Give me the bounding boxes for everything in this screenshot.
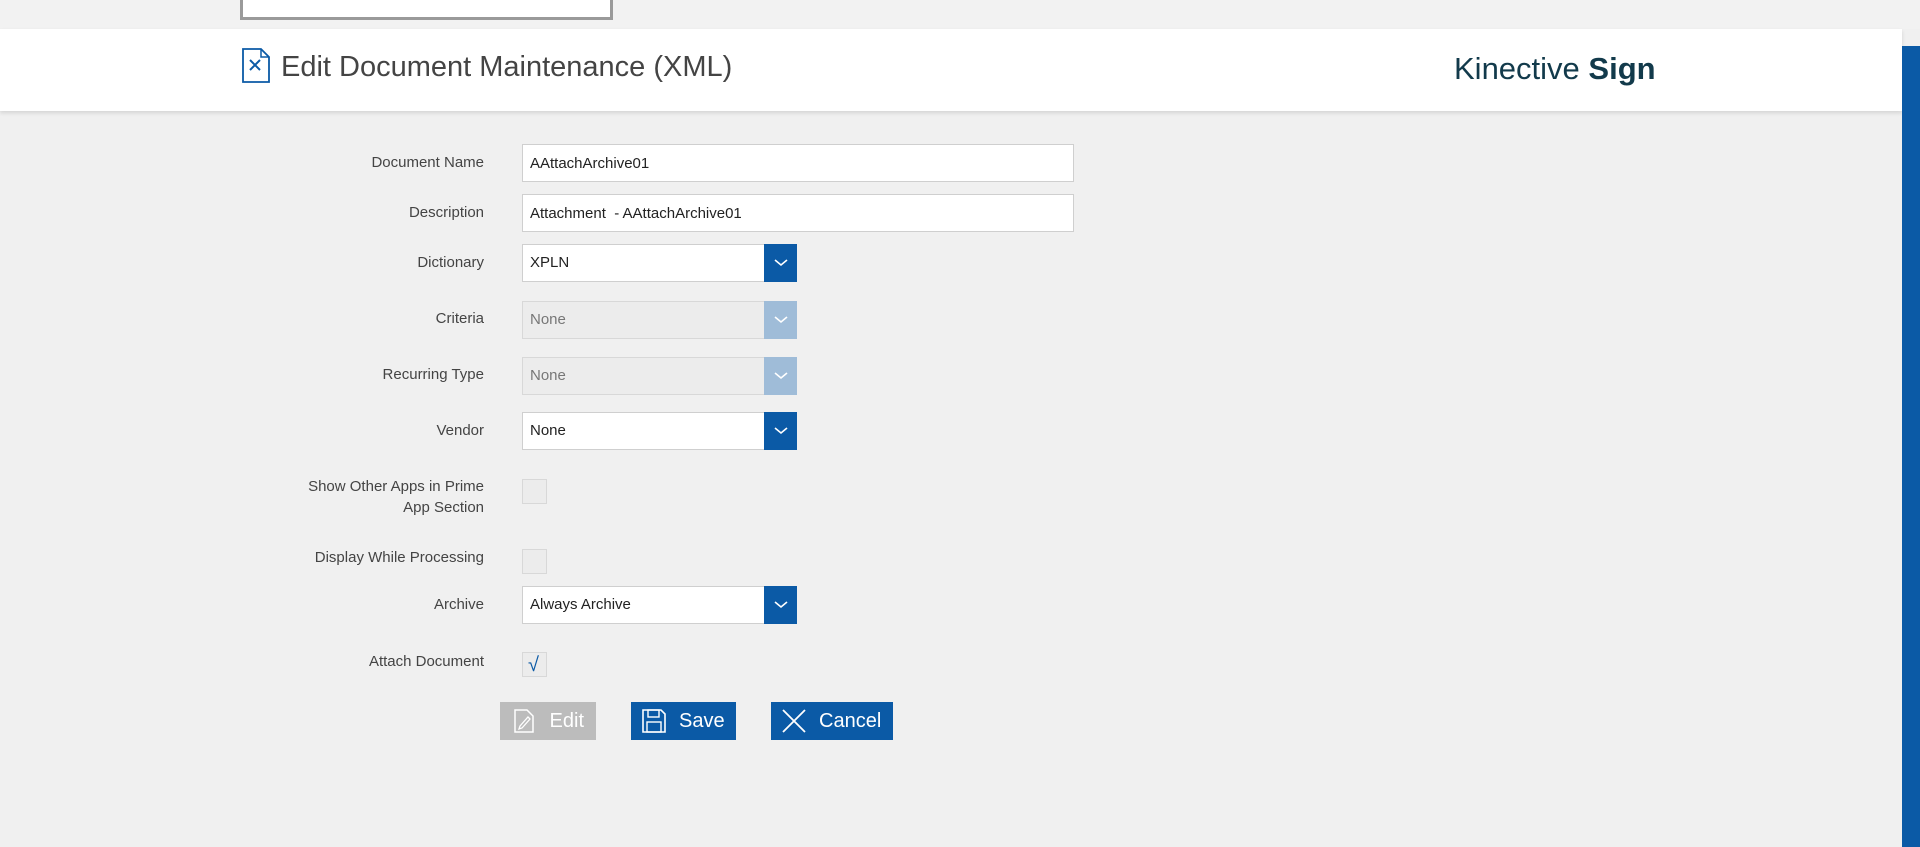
criteria-dropdown-button bbox=[764, 301, 797, 339]
chevron-down-icon bbox=[773, 427, 788, 435]
dictionary-dropdown-button[interactable] bbox=[764, 244, 797, 282]
show-other-apps-label-line2: App Section bbox=[403, 499, 484, 516]
archive-select[interactable]: Always Archive bbox=[522, 586, 797, 624]
document-x-icon bbox=[242, 48, 270, 83]
document-name-label: Document Name bbox=[371, 154, 484, 171]
document-name-input[interactable] bbox=[522, 144, 1074, 182]
criteria-label: Criteria bbox=[435, 310, 484, 327]
vertical-scrollbar[interactable] bbox=[1902, 46, 1920, 847]
top-nav-bar bbox=[0, 0, 1920, 29]
save-button-label: Save bbox=[679, 709, 725, 732]
display-while-processing-label: Display While Processing bbox=[314, 549, 484, 566]
description-input[interactable] bbox=[522, 194, 1074, 232]
dictionary-value: XPLN bbox=[530, 254, 570, 271]
chevron-down-icon bbox=[773, 259, 788, 267]
edit-icon bbox=[510, 707, 538, 735]
edit-button-label: Edit bbox=[549, 709, 584, 732]
vendor-dropdown-button[interactable] bbox=[764, 412, 797, 450]
archive-label: Archive bbox=[433, 596, 484, 613]
attach-document-checkbox[interactable]: √ bbox=[522, 652, 547, 677]
vendor-label: Vendor bbox=[436, 422, 484, 439]
recurring-type-dropdown-button bbox=[764, 357, 797, 395]
cancel-button[interactable]: Cancel bbox=[771, 702, 893, 740]
edit-button: Edit bbox=[500, 702, 596, 740]
brand-logo: Kinective Sign bbox=[1454, 51, 1656, 87]
description-label: Description bbox=[408, 204, 484, 221]
dictionary-select[interactable]: XPLN bbox=[522, 244, 797, 282]
show-other-apps-label-line1: Show Other Apps in Prime bbox=[308, 478, 484, 495]
page-header: Edit Document Maintenance (XML) Kinectiv… bbox=[0, 29, 1902, 111]
archive-dropdown-button[interactable] bbox=[764, 586, 797, 624]
criteria-select: None bbox=[522, 301, 797, 339]
criteria-value: None bbox=[530, 311, 566, 328]
chevron-down-icon bbox=[773, 601, 788, 609]
display-while-processing-checkbox[interactable] bbox=[522, 549, 547, 574]
floppy-disk-icon bbox=[641, 707, 667, 735]
recurring-type-value: None bbox=[530, 367, 566, 384]
brand-name-bold: Sign bbox=[1588, 51, 1656, 86]
show-other-apps-checkbox[interactable] bbox=[522, 479, 547, 504]
page-title: Edit Document Maintenance (XML) bbox=[281, 51, 733, 83]
attach-document-label: Attach Document bbox=[368, 653, 484, 670]
brand-name-light: Kinective bbox=[1454, 51, 1589, 86]
top-logo-frame[interactable] bbox=[240, 0, 613, 20]
save-button[interactable]: Save bbox=[631, 702, 736, 740]
dictionary-label: Dictionary bbox=[417, 254, 484, 271]
checkmark-icon: √ bbox=[528, 654, 539, 676]
chevron-down-icon bbox=[773, 316, 788, 324]
vendor-select[interactable]: None bbox=[522, 412, 797, 450]
chevron-down-icon bbox=[773, 372, 788, 380]
vendor-value: None bbox=[530, 422, 566, 439]
archive-value: Always Archive bbox=[530, 596, 631, 613]
show-other-apps-label: Show Other Apps in Prime App Section bbox=[308, 476, 484, 518]
recurring-type-label: Recurring Type bbox=[382, 366, 484, 383]
close-icon bbox=[781, 707, 807, 735]
cancel-button-label: Cancel bbox=[819, 709, 882, 732]
recurring-type-select: None bbox=[522, 357, 797, 395]
